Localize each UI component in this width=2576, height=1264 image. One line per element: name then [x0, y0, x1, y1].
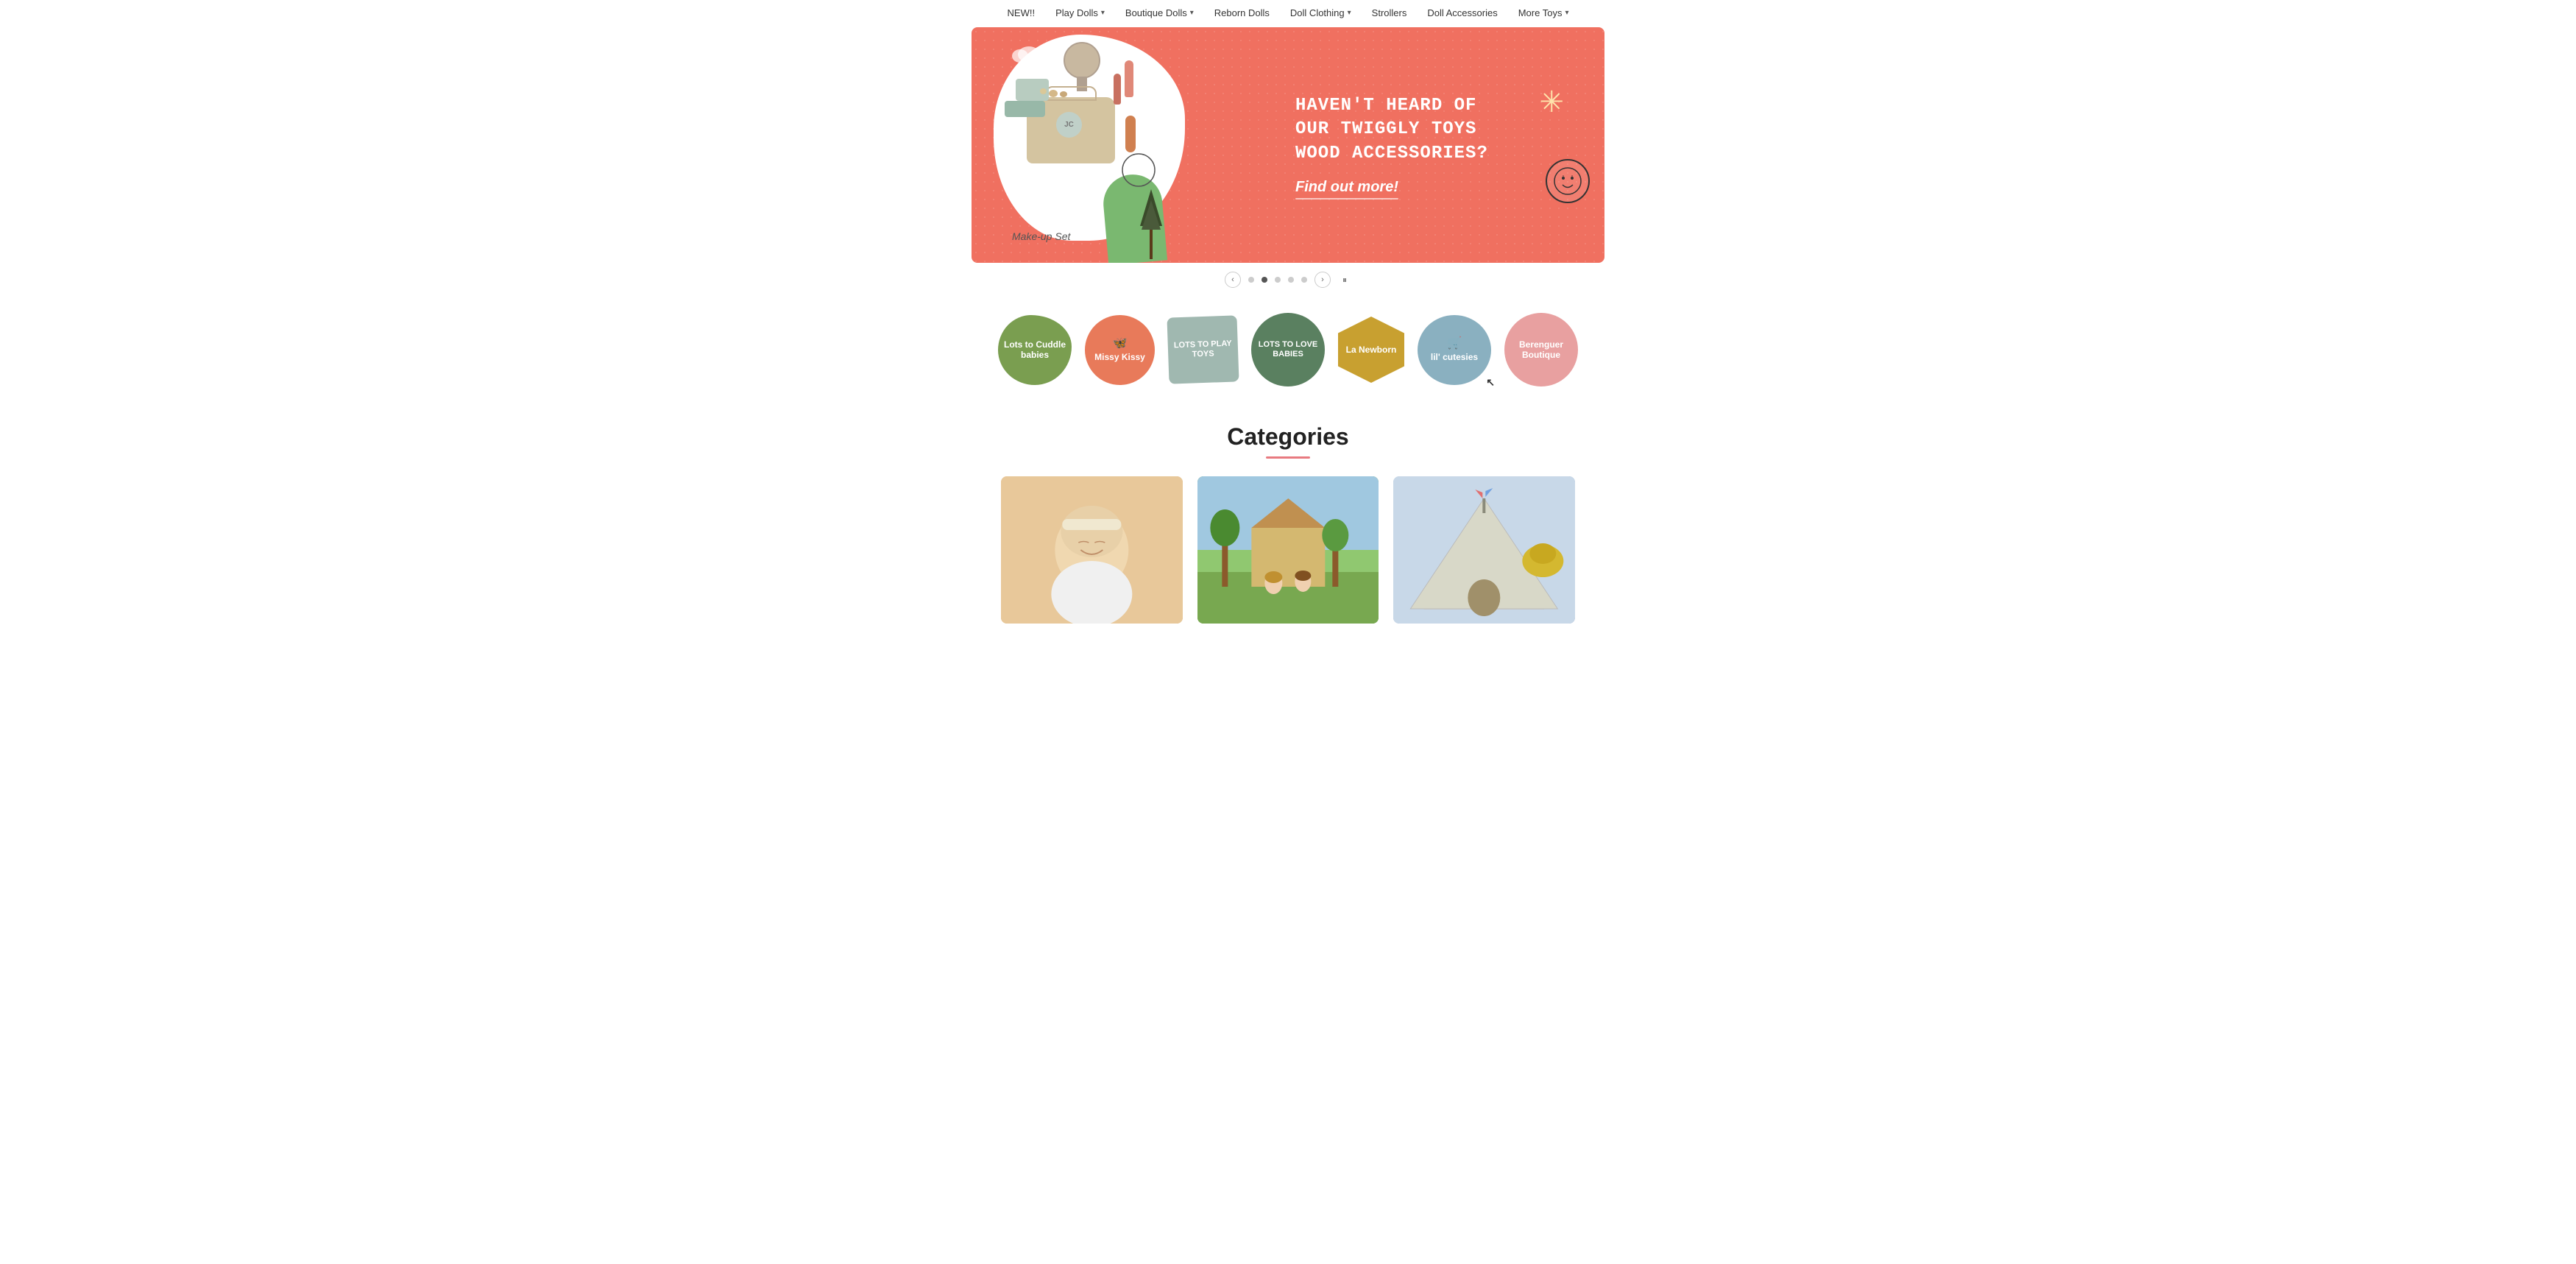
- brand-berenguer[interactable]: Berenguer Boutique: [1504, 313, 1578, 386]
- categories-title: Categories: [0, 423, 2576, 451]
- brand-lil-cutesies[interactable]: 🛒 lil' cutesies: [1418, 315, 1491, 385]
- brand-lots-play[interactable]: LOTS TO PLAY TOYS: [1167, 315, 1239, 384]
- category-image-outdoor[interactable]: [1197, 476, 1379, 624]
- carousel-dot-3[interactable]: [1275, 277, 1281, 283]
- makeup-label: Make-up Set: [1012, 230, 1070, 242]
- carousel-controls: ‹ › ⏸: [972, 272, 1604, 288]
- carousel-dot-1[interactable]: [1248, 277, 1254, 283]
- nav-reborn-dolls[interactable]: Reborn Dolls: [1214, 7, 1270, 18]
- chevron-down-icon: ▾: [1565, 9, 1568, 17]
- nav-doll-clothing[interactable]: Doll Clothing ▾: [1290, 7, 1351, 18]
- nav-doll-accessories[interactable]: Doll Accessories: [1427, 7, 1497, 18]
- brand-lots-cuddle[interactable]: Lots to Cuddle babies: [998, 315, 1072, 385]
- carousel-pause[interactable]: ⏸: [1338, 273, 1351, 286]
- category-image-playhouse[interactable]: [1393, 476, 1575, 624]
- nav-new[interactable]: NEW!!: [1008, 7, 1036, 18]
- brand-missy-kissy[interactable]: 🦋 Missy Kissy: [1085, 315, 1155, 385]
- carousel-dot-4[interactable]: [1288, 277, 1294, 283]
- brand-la-newborn[interactable]: La Newborn: [1338, 317, 1404, 383]
- banner-right-content: ✳ HAVEN'T HEARD OFOUR TWIGGLY TOYSWOOD A…: [1288, 72, 1604, 218]
- hero-banner: JC Make-up Set ✳ HAVEN'T HEARD: [972, 27, 1604, 288]
- main-nav: NEW!! Play Dolls ▾ Boutique Dolls ▾ Rebo…: [0, 0, 2576, 27]
- carousel-dot-2[interactable]: [1262, 277, 1267, 283]
- chevron-down-icon: ▾: [1348, 9, 1351, 17]
- chevron-down-icon: ▾: [1101, 9, 1105, 17]
- sun-decoration: ✳: [1539, 85, 1564, 119]
- chevron-down-icon: ▾: [1190, 9, 1194, 17]
- nav-strollers[interactable]: Strollers: [1372, 7, 1407, 18]
- categories-underline: [1266, 456, 1310, 459]
- banner-left-content: JC Make-up Set: [972, 27, 1288, 263]
- nav-play-dolls[interactable]: Play Dolls ▾: [1055, 7, 1105, 18]
- brand-lots-love[interactable]: LOTS TO LOVE BABIES: [1251, 313, 1325, 386]
- categories-section: Categories: [0, 409, 2576, 631]
- category-images-row: [972, 476, 1604, 624]
- nav-more-toys[interactable]: More Toys ▾: [1518, 7, 1569, 18]
- tree-icon: [1136, 186, 1166, 259]
- carousel-next[interactable]: ›: [1314, 272, 1331, 288]
- carousel-dot-5[interactable]: [1301, 277, 1307, 283]
- category-image-baby[interactable]: [1001, 476, 1183, 624]
- smiley-decoration: [1546, 159, 1590, 203]
- banner-cta[interactable]: Find out more!: [1295, 179, 1398, 196]
- nav-boutique-dolls[interactable]: Boutique Dolls ▾: [1125, 7, 1194, 18]
- brands-row: Lots to Cuddle babies 🦋 Missy Kissy LOTS…: [0, 306, 2576, 409]
- carousel-prev[interactable]: ‹: [1225, 272, 1241, 288]
